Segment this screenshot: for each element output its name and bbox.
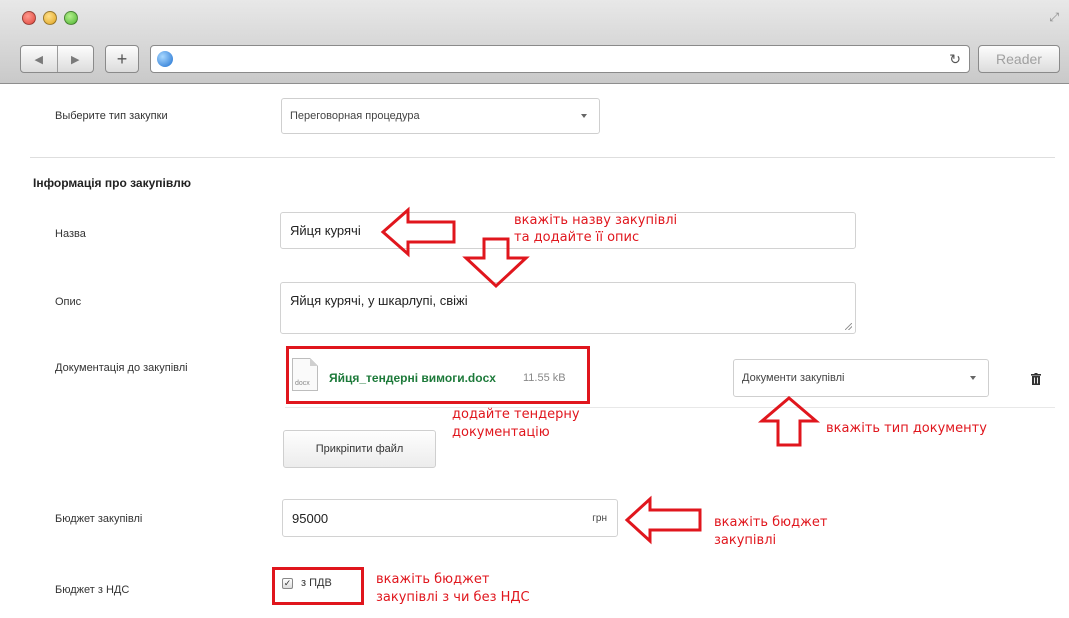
chevron-down-icon [970,376,976,380]
zoom-window-button[interactable] [64,11,78,25]
annotation-name-line1: вкажіть назву закупівлі [514,213,678,228]
arrow-left-icon [624,495,702,545]
annotation-name-line2: та додайте її опис [514,230,640,245]
resize-grip-icon[interactable] [845,323,852,330]
new-tab-button[interactable]: + [105,45,139,73]
globe-icon [157,51,173,67]
budget-value: 95000 [292,510,329,526]
arrow-up-icon [757,396,821,447]
documentation-label: Документація до закупівлі [55,362,188,374]
annotation-budget-line1: вкажіть бюджет [714,515,828,530]
annotation-doc-type: вкажіть тип документу [826,421,987,436]
annotation-docs-line1: додайте тендерну [452,407,580,422]
currency-label: грн [592,512,607,524]
purchase-type-value: Переговорная процедура [290,110,420,122]
plus-icon: + [116,48,128,69]
annotation-budget-line2: закупівлі [714,533,777,548]
close-window-button[interactable] [22,11,36,25]
back-button[interactable]: ◀ [21,46,57,72]
reload-icon[interactable]: ↻ [949,51,961,68]
purchase-type-select[interactable]: Переговорная процедура [281,98,600,134]
document-type-select[interactable]: Документи закупівлі [733,359,989,397]
name-value: Яйця курячі [290,223,361,238]
vat-highlight-box [272,567,364,605]
vat-label: Бюджет з НДС [55,584,130,596]
documentation-divider [285,407,1055,408]
chevron-down-icon [581,114,587,118]
description-value: Яйця курячі, у шкарлупі, свіжі [290,293,468,308]
browser-toolbar: ⤢ ◀ ▶ + ↻ Reader [0,0,1069,84]
minimize-window-button[interactable] [43,11,57,25]
annotation-docs-line2: документацію [452,425,550,440]
description-label: Опис [55,296,82,308]
address-bar[interactable]: ↻ [150,45,970,73]
document-type-value: Документи закупівлі [742,372,845,384]
back-forward-group: ◀ ▶ [20,45,94,73]
budget-input[interactable]: 95000 грн [282,499,618,537]
section-divider [30,157,1055,158]
arrow-left-icon [380,206,456,258]
attachment-highlight-box [286,346,590,404]
budget-label: Бюджет закупівлі [55,513,143,525]
reader-button[interactable]: Reader [978,45,1060,73]
fullscreen-icon[interactable]: ⤢ [1049,10,1059,25]
trash-icon[interactable] [1031,373,1041,385]
annotation-vat-line2: закупівлі з чи без НДС [376,590,530,605]
forward-button[interactable]: ▶ [56,46,94,72]
attach-file-button[interactable]: Прикріпити файл [283,430,436,468]
forward-arrow-icon: ▶ [71,53,80,66]
section-title: Інформація про закупівлю [33,176,191,190]
description-textarea[interactable]: Яйця курячі, у шкарлупі, свіжі [280,282,856,334]
purchase-type-label: Выберите тип закупки [55,110,168,122]
annotation-vat-line1: вкажіть бюджет [376,572,490,587]
back-arrow-icon: ◀ [34,53,43,66]
name-label: Назва [55,228,86,240]
